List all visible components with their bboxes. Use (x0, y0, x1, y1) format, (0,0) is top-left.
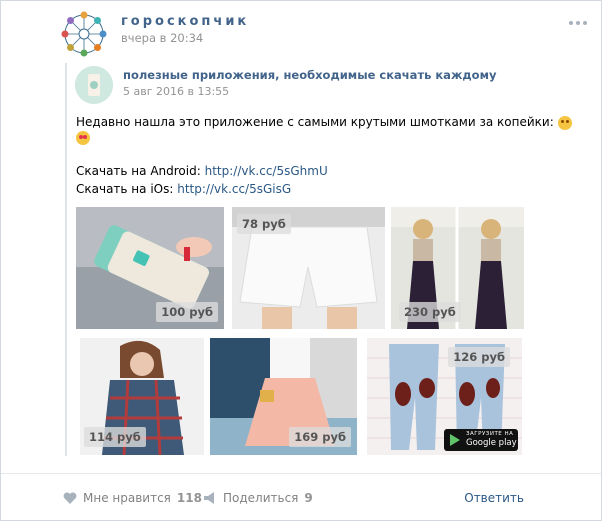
heart-icon (63, 492, 77, 504)
photo-3[interactable]: 230 руб (391, 207, 524, 329)
google-play-label: Google play (466, 438, 517, 448)
shocked-emoji-icon (557, 115, 572, 130)
android-link[interactable]: http://vk.cc/5sGhmU (205, 164, 328, 178)
ios-line: Скачать на iOs: http://vk.cc/5sGisG (76, 182, 291, 196)
wall-post: гороскопчик вчера в 20:34 полезные прило… (0, 0, 602, 521)
like-label: Мне нравится (83, 491, 171, 505)
like-button[interactable]: Мне нравится 118 (63, 491, 202, 505)
share-button[interactable]: Поделиться 9 (203, 491, 313, 505)
like-count: 118 (176, 491, 202, 505)
google-play-badge[interactable]: ЗАГРУЗИТЕ НА Google play (444, 429, 518, 451)
google-play-icon (450, 434, 460, 446)
repost-text-line: Недавно нашла это приложение с самыми кр… (76, 115, 572, 130)
repost-date[interactable]: 5 авг 2016 в 13:55 (123, 85, 229, 98)
price-badge: 230 руб (399, 302, 461, 322)
google-play-caption: ЗАГРУЗИТЕ НА (466, 431, 514, 437)
price-badge: 114 руб (84, 427, 146, 447)
repost-text: Недавно нашла это приложение с самыми кр… (76, 115, 554, 129)
post-author[interactable]: гороскопчик (121, 14, 249, 29)
repost-avatar[interactable] (75, 66, 113, 104)
group-avatar-icon (75, 66, 113, 104)
more-options-icon[interactable] (569, 21, 587, 25)
share-label: Поделиться (223, 491, 299, 505)
price-badge: 169 руб (289, 427, 351, 447)
android-line: Скачать на Android: http://vk.cc/5sGhmU (76, 164, 328, 178)
photo-4[interactable]: 114 руб (80, 338, 204, 455)
price-badge: 126 руб (448, 347, 510, 367)
author-avatar[interactable] (61, 11, 107, 57)
photo-2[interactable]: 78 руб (232, 207, 385, 329)
price-badge: 78 руб (237, 214, 291, 234)
post-actions: Мне нравится 118 Поделиться 9 Ответить (1, 473, 601, 520)
price-badge: 100 руб (156, 302, 218, 322)
ios-label: Скачать на iOs: (76, 182, 174, 196)
repost-author[interactable]: полезные приложения, необходимые скачать… (123, 68, 496, 82)
reply-button[interactable]: Ответить (464, 491, 524, 505)
android-label: Скачать на Android: (76, 164, 201, 178)
photo-5[interactable]: 169 руб (210, 338, 357, 455)
zodiac-wheel-icon (61, 11, 107, 57)
post-time[interactable]: вчера в 20:34 (121, 31, 203, 45)
ios-link[interactable]: http://vk.cc/5sGisG (177, 182, 291, 196)
photo-1[interactable]: 100 руб (76, 207, 224, 329)
heart-eyes-emoji-icon (76, 130, 90, 145)
emoji-line (76, 130, 90, 145)
megaphone-icon (204, 492, 214, 504)
share-count: 9 (304, 491, 313, 505)
